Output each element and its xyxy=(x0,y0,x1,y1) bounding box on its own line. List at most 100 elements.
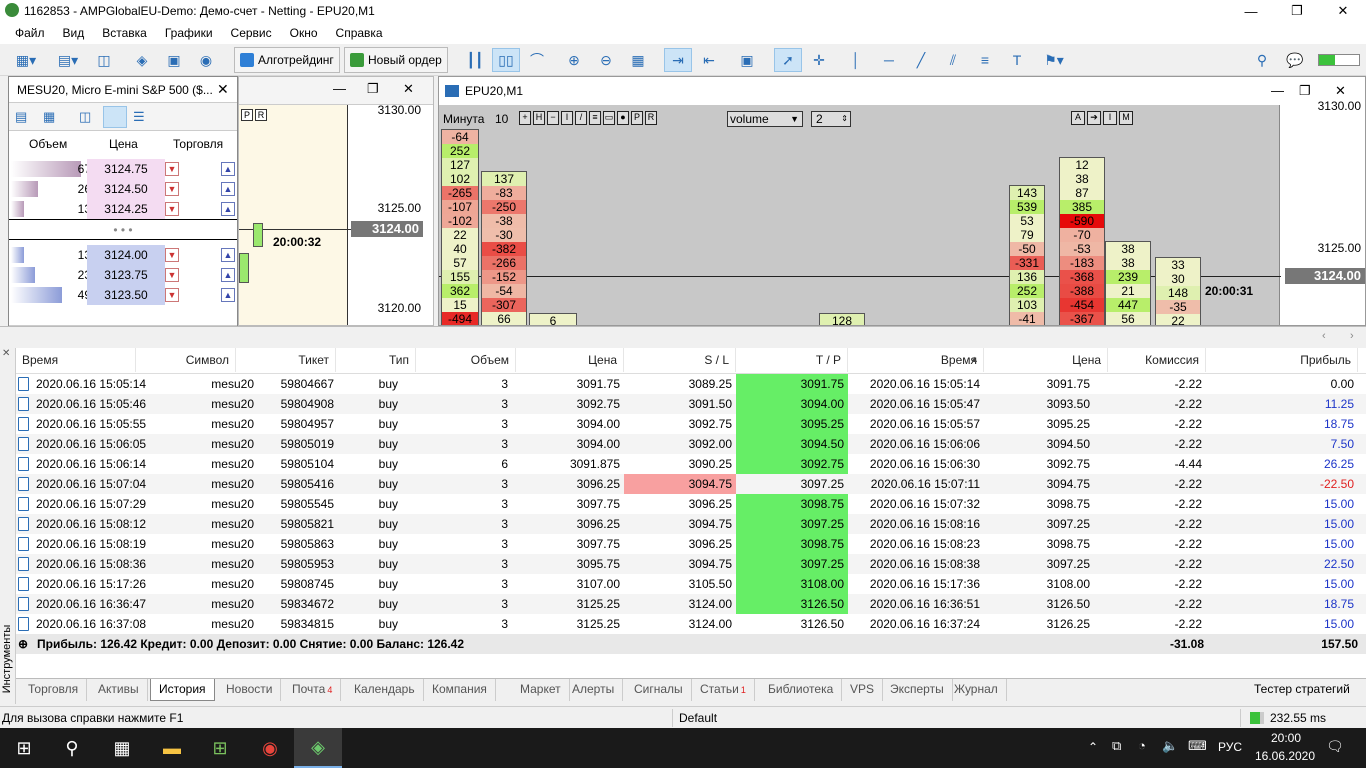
col-profit-header[interactable]: Прибыль xyxy=(1206,348,1358,372)
col-sl-header[interactable]: S / L xyxy=(624,348,736,372)
tab-0[interactable]: Торговля xyxy=(20,679,88,701)
tray-keyboard-icon[interactable]: ⌨ xyxy=(1188,738,1207,754)
table-row[interactable]: 2020.06.16 15:05:55 mesu20 59804957 buy 3 309… xyxy=(16,414,1366,434)
col-time-header[interactable]: Время xyxy=(16,348,136,372)
left-chart-p-button[interactable]: P xyxy=(241,109,253,121)
search-icon[interactable]: ⚲ xyxy=(48,728,96,768)
minimize-button[interactable]: — xyxy=(1228,0,1274,22)
scroll-right-icon[interactable]: › xyxy=(1350,330,1354,342)
market-watch-icon[interactable]: ◫ xyxy=(92,48,116,72)
history-table[interactable]: Время Символ Тикет Тип Объем Цена S / LT / P Вр… xyxy=(16,348,1366,678)
menu-view[interactable]: Вид xyxy=(54,26,94,40)
left-chart-minimize-button[interactable]: — xyxy=(333,81,346,96)
buy-chevron-icon[interactable]: ▲ xyxy=(221,182,235,196)
left-chart-r-button[interactable]: R xyxy=(255,109,267,121)
table-row[interactable]: 2020.06.16 16:37:08 mesu20 59834815 buy 3 312… xyxy=(16,614,1366,634)
table-row[interactable]: 2020.06.16 15:17:26 mesu20 59808745 buy 3 310… xyxy=(16,574,1366,594)
signals-icon[interactable]: ◉ xyxy=(194,48,218,72)
trend-line-icon[interactable]: ╱ xyxy=(908,48,934,72)
equidistant-channel-icon[interactable]: ⫽ xyxy=(940,48,966,72)
profiles-icon[interactable]: ▤▾ xyxy=(50,48,86,72)
dom-price[interactable]: 3123.75 xyxy=(87,265,165,285)
panel-splitter[interactable]: ‹ › xyxy=(0,326,1366,348)
cluster-column[interactable]: -64 252 127 102 -265 -107 -102 22 40 57 155 362 15 -4… xyxy=(441,129,479,325)
windows-start-icon[interactable]: ⊞ xyxy=(0,728,48,768)
tab-2[interactable]: История xyxy=(150,679,215,701)
bar-chart-icon[interactable]: ┃┃ xyxy=(462,48,488,72)
calculator-icon[interactable]: ▦ xyxy=(98,728,146,768)
cluster-column[interactable]: 6 xyxy=(529,313,577,325)
tray-up-chevron-icon[interactable]: ⌃ xyxy=(1088,740,1098,754)
metatrader-icon[interactable]: ◈ xyxy=(294,728,342,768)
dom-ask-row[interactable]: 26 3124.50 ▼ ▲ xyxy=(9,179,237,199)
horizontal-line-icon[interactable]: ─ xyxy=(876,48,902,72)
algo-trading-button[interactable]: Алготрейдинг xyxy=(234,47,340,73)
cluster-column[interactable]: 128 xyxy=(819,313,865,325)
cluster-column[interactable]: 33 30 148 -35 22 xyxy=(1155,257,1201,325)
tab-12[interactable]: VPS xyxy=(842,679,884,701)
tray-time[interactable]: 20:00 xyxy=(1266,731,1306,745)
shapes-icon[interactable]: ⚑▾ xyxy=(1036,48,1072,72)
buy-chevron-icon[interactable]: ▲ xyxy=(221,202,235,216)
dom-price[interactable]: 3124.00 xyxy=(87,245,165,265)
table-row[interactable]: 2020.06.16 15:07:29 mesu20 59805545 buy 3 309… xyxy=(16,494,1366,514)
chrome-icon[interactable]: ◉ xyxy=(246,728,294,768)
maximize-button[interactable]: ❐ xyxy=(1274,0,1320,22)
new-chart-icon[interactable]: ▦▾ xyxy=(8,48,44,72)
cluster-column[interactable]: 12 38 87 385 -590 -70 -53 -183 -368 -388 -454 -367 xyxy=(1059,157,1105,325)
scroll-left-icon[interactable]: ‹ xyxy=(1322,330,1326,342)
tray-volume-icon[interactable]: 🔈 xyxy=(1162,738,1178,754)
col-close-price-header[interactable]: Цена xyxy=(984,348,1108,372)
new-order-button[interactable]: Новый ордер xyxy=(344,47,448,73)
cluster-column[interactable]: 137 -83 -250 -38 -30 -382 -266 -152 -54 -307 66 xyxy=(481,171,527,325)
tile-windows-icon[interactable]: ▦ xyxy=(626,48,650,72)
sell-chevron-icon[interactable]: ▼ xyxy=(165,288,179,302)
zoom-in-icon[interactable]: ⊕ xyxy=(562,48,586,72)
tab-4[interactable]: Почта 4 xyxy=(284,679,342,701)
chart-close-button[interactable]: ✕ xyxy=(1335,83,1346,99)
dom-price[interactable]: 3124.50 xyxy=(87,179,165,199)
table-row[interactable]: 2020.06.16 15:05:46 mesu20 59804908 buy 3 309… xyxy=(16,394,1366,414)
col-price-header[interactable]: Цена xyxy=(516,348,624,372)
notifications-icon[interactable]: 🗨 xyxy=(1326,738,1344,755)
dom-bid-row[interactable]: 23 3123.75 ▼ ▲ xyxy=(9,265,237,285)
sell-chevron-icon[interactable]: ▼ xyxy=(165,202,179,216)
cursor-icon[interactable]: ➚ xyxy=(774,48,802,72)
sell-chevron-icon[interactable]: ▼ xyxy=(165,182,179,196)
left-chart-window[interactable]: — ❐ ✕ P R 3130.00 3125.00 3120.00 3124.0… xyxy=(238,76,434,326)
buy-chevron-icon[interactable]: ▲ xyxy=(221,162,235,176)
store-icon[interactable]: ⊞ xyxy=(196,728,244,768)
col-type-header[interactable]: Тип xyxy=(336,348,416,372)
col-tp-header[interactable]: T / P xyxy=(736,348,848,372)
tray-network-icon[interactable]: ⧉ xyxy=(1112,738,1121,754)
table-row[interactable]: 2020.06.16 15:06:05 mesu20 59805019 buy 3 309… xyxy=(16,434,1366,454)
sell-chevron-icon[interactable]: ▼ xyxy=(165,162,179,176)
col-ticket-header[interactable]: Тикет xyxy=(236,348,336,372)
tray-date[interactable]: 16.06.2020 xyxy=(1252,749,1318,763)
table-row[interactable]: 2020.06.16 15:06:14 mesu20 59805104 buy 6 309… xyxy=(16,454,1366,474)
buy-chevron-icon[interactable]: ▲ xyxy=(221,288,235,302)
sell-chevron-icon[interactable]: ▼ xyxy=(165,248,179,262)
cluster-column[interactable]: 143 539 53 79 -50 -331 136 252 103 -41 xyxy=(1009,185,1045,325)
chart-shift-icon[interactable]: ⇤ xyxy=(696,48,722,72)
table-row[interactable]: 2020.06.16 15:08:36 mesu20 59805953 buy 3 309… xyxy=(16,554,1366,574)
menu-tools[interactable]: Сервис xyxy=(222,26,281,40)
templates-icon[interactable]: ▣ xyxy=(734,48,760,72)
search-icon[interactable]: ⚲ xyxy=(1250,48,1274,72)
tab-1[interactable]: Активы xyxy=(90,679,148,701)
cluster-column[interactable]: 38 38 239 21 447 56 xyxy=(1105,241,1151,325)
tab-11[interactable]: Библиотека xyxy=(760,679,843,701)
tab-14[interactable]: Журнал xyxy=(946,679,1007,701)
tab-13[interactable]: Эксперты xyxy=(882,679,953,701)
data-window-icon[interactable]: ▣ xyxy=(162,48,186,72)
tab-5[interactable]: Календарь xyxy=(346,679,424,701)
tab-7[interactable]: Маркет xyxy=(512,679,570,701)
tab-3[interactable]: Новости xyxy=(218,679,282,701)
crosshair-icon[interactable]: ✛ xyxy=(806,48,832,72)
left-chart-maximize-button[interactable]: ❐ xyxy=(367,81,379,97)
buy-chevron-icon[interactable]: ▲ xyxy=(221,268,235,282)
table-row[interactable]: 2020.06.16 15:07:04 mesu20 59805416 buy 3 309… xyxy=(16,474,1366,494)
chat-icon[interactable]: 💬 xyxy=(1282,48,1308,72)
line-chart-icon[interactable]: ⌒ xyxy=(524,48,550,72)
col-close-time-header[interactable]: Время xyxy=(848,348,984,372)
